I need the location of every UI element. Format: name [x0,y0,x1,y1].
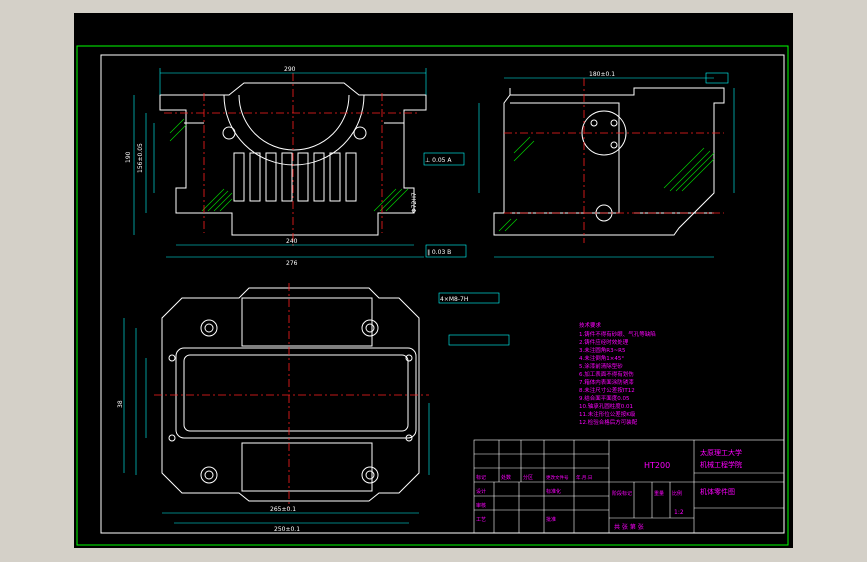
title-date-label: 年.月.日 [576,474,592,481]
hole-spec: 4×M8-7H [440,296,468,303]
title-review-label: 审核 [476,502,486,509]
title-mark-label: 阶段标记 [612,490,632,497]
title-sheet: 共 张 第 张 [614,523,644,531]
title-scale: 1:2 [674,509,684,516]
title-drawing-name: 机体零件图 [700,487,735,496]
note-line: 12.检验合格后方可装配 [579,418,638,426]
note-line: 3.未注圆角R3~R5 [579,346,626,354]
note-line: 5.涂漆前清除型砂 [579,362,623,370]
title-material: HT200 [644,461,670,470]
dim-plan-width-2: 250±0.1 [274,526,300,533]
inner-frame [100,54,785,534]
title-std-label: 标准化 [546,488,561,495]
tolerance-box-2: ∥ 0.03 B [427,249,451,256]
drawing-canvas[interactable]: 290 240 276 ⊥ 0.05 A ∥ 0.03 B 190 156±0.… [74,13,793,548]
note-line: 6.加工表面不得有划伤 [579,370,634,378]
dim-plan-width: 265±0.1 [270,506,296,513]
dim-side-width: 180±0.1 [589,71,615,78]
notes-heading: 技术要求 [579,321,602,329]
title-weight-label: 重量 [654,490,664,497]
front-dimensions [133,68,467,258]
title-dept: 机械工程学院 [700,460,742,469]
side-hatch [498,136,715,232]
note-line: 7.箱体内表面涂防锈漆 [579,378,634,386]
note-line: 8.未注尺寸公差按IT12 [579,386,635,394]
title-process-label: 工艺 [476,517,486,523]
note-line: 1.铸件不得有砂眼、气孔等缺陷 [579,330,656,338]
title-zone-label: 分区 [523,474,533,481]
note-line: 2.铸件应经时效处理 [579,338,629,346]
plan-view [161,287,420,502]
title-designer-label: 设计 [476,488,486,495]
plan-dimensions [123,292,510,524]
side-view [493,87,725,236]
title-school: 太原理工大学 [700,448,742,457]
title-change-label: 更改文件号 [546,474,569,481]
note-line: 9.结合面平面度0.05 [579,394,630,402]
dim-bottom-width-1: 240 [286,238,298,245]
dim-vertical-2: 156±0.05 [137,143,144,173]
dim-vertical-1: 190 [125,151,132,163]
dim-bottom-width-2: 276 [286,260,298,267]
title-approve-label: 批准 [546,516,556,523]
plan-centerlines [154,283,429,508]
note-line: 10.轴承孔圆柱度0.01 [579,402,633,410]
dim-vertical-3: 38 [117,400,124,408]
note-line: 4.未注倒角1×45° [579,354,624,362]
cad-drawing: 290 240 276 ⊥ 0.05 A ∥ 0.03 B 190 156±0.… [76,45,789,546]
title-ratio-label: 比例 [672,490,682,497]
outer-frame [76,45,789,546]
technical-notes: 技术要求 1.铸件不得有砂眼、气孔等缺陷 2.铸件应经时效处理 3.未注圆角R3… [579,321,656,426]
title-qty-label: 处数 [501,474,511,481]
tolerance-box-1: ⊥ 0.05 A [425,157,452,164]
title-mark-col: 标记 [476,474,486,481]
dim-top-width: 290 [284,66,296,73]
dim-bore: Φ72H7 [411,192,418,213]
note-line: 11.未注形位公差按K级 [579,410,636,418]
